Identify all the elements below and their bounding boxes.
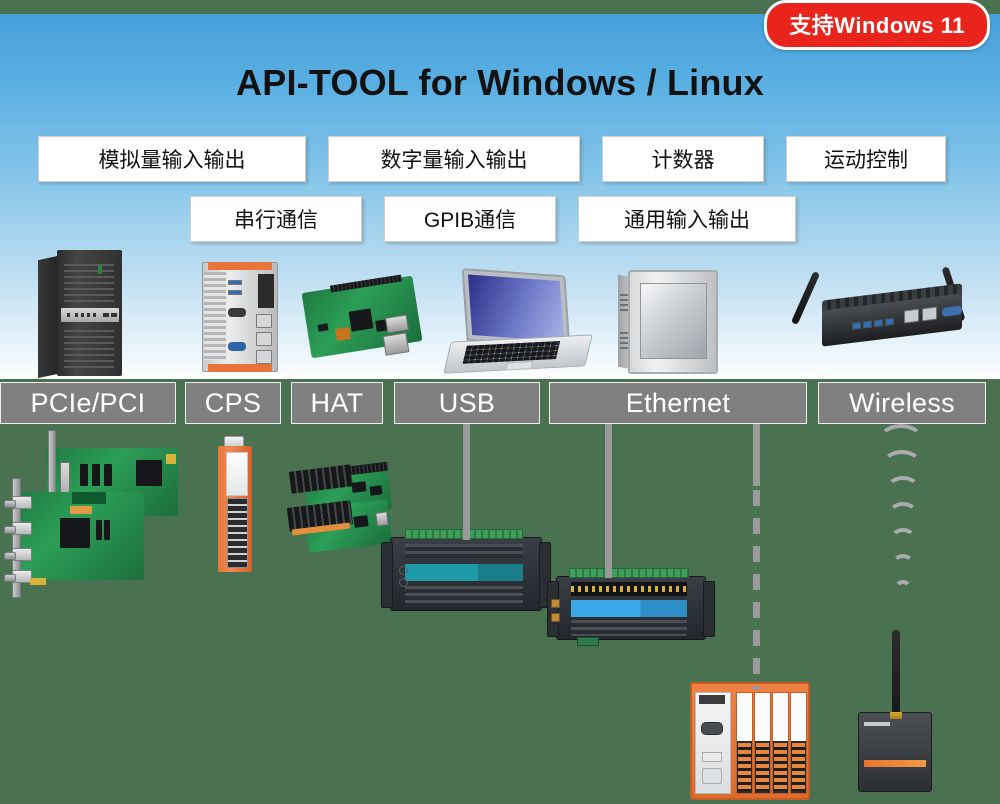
panel-pc-bezel xyxy=(628,270,718,374)
lan-port-1 xyxy=(904,308,919,324)
feature-row-2: 串行通信 GPIB通信 通用输入输出 xyxy=(190,196,796,242)
bus-bar-hat[interactable]: HAT xyxy=(291,382,383,424)
usb-ports xyxy=(382,332,410,356)
terminal-antenna xyxy=(892,630,900,716)
bus-bar-pcie-pci[interactable]: PCIe/PCI xyxy=(0,382,176,424)
hat-board-lower-image xyxy=(286,498,393,560)
bus-bar-cps[interactable]: CPS xyxy=(185,382,281,424)
laptop-base xyxy=(443,334,593,374)
cps-terminal-block xyxy=(258,274,274,308)
eth-unit-led-array xyxy=(571,582,687,596)
bnc-connector-3 xyxy=(4,548,32,561)
plc-io-module-3 xyxy=(772,692,789,794)
wireless-lte-terminal-image xyxy=(858,630,932,792)
plc-usb-port xyxy=(702,752,722,762)
usb-unit-brand-band xyxy=(405,564,523,581)
radio-wave-7 xyxy=(894,580,912,598)
module-label-window xyxy=(226,452,248,496)
feature-chip-digital-io[interactable]: 数字量输入输出 xyxy=(328,136,580,182)
feature-row-1: 模拟量输入输出 数字量输入输出 计数器 运动控制 xyxy=(38,136,946,182)
panel-pc-image xyxy=(618,270,718,374)
module-terminal-block xyxy=(227,498,248,568)
radio-wave-5 xyxy=(890,528,916,550)
cps-plc-controller-image xyxy=(690,682,810,800)
radio-wave-6 xyxy=(892,554,914,574)
eth-unit-brand-band xyxy=(571,600,687,617)
cps-box-controller-image xyxy=(202,262,278,372)
wireless-gateway-pc-image xyxy=(790,266,980,364)
feature-chip-motion-control[interactable]: 运动控制 xyxy=(786,136,946,182)
bus-bar-ethernet[interactable]: Ethernet xyxy=(549,382,807,424)
antenna-sma-connector xyxy=(890,712,902,719)
bnc-connector-1 xyxy=(4,496,32,509)
usb-io-unit-image xyxy=(381,529,551,611)
bus-bar-usb[interactable]: USB xyxy=(394,382,540,424)
feature-chip-analog-io[interactable]: 模拟量输入输出 xyxy=(38,136,306,182)
connector-usb xyxy=(463,424,470,540)
connector-ethernet-2 xyxy=(753,424,760,486)
feature-chip-general-io[interactable]: 通用输入输出 xyxy=(578,196,796,242)
laptop-image xyxy=(443,268,593,376)
laptop-touchpad xyxy=(505,361,534,371)
bnc-connector-4 xyxy=(4,570,32,583)
page-title: API-TOOL for Windows / Linux xyxy=(236,62,764,103)
feature-chip-counter[interactable]: 计数器 xyxy=(602,136,764,182)
vga-port xyxy=(942,305,962,317)
laptop-keyboard xyxy=(462,340,561,364)
ethernet-port xyxy=(384,314,410,334)
raspberry-pi-board-image xyxy=(301,272,423,364)
connector-ethernet-1 xyxy=(605,424,612,578)
eth-unit-terminal-strip xyxy=(569,568,689,578)
panel-pc-screen xyxy=(640,283,707,359)
tower-side-panel xyxy=(38,255,58,379)
tower-drive-bay xyxy=(61,308,119,322)
pci-card-image xyxy=(0,478,145,598)
terminal-brand-stripe xyxy=(864,760,926,767)
ethernet-remote-io-unit-image xyxy=(547,568,715,646)
laptop-screen xyxy=(468,274,564,342)
infographic-root: 支持Windows 11 API-TOOL for Windows / Linu… xyxy=(0,0,1000,804)
plc-serial-port xyxy=(701,722,723,735)
plc-ethernet-port xyxy=(702,768,722,784)
cps-io-module-image xyxy=(218,436,252,572)
feature-chip-serial-comm[interactable]: 串行通信 xyxy=(190,196,362,242)
bnc-connector-2 xyxy=(4,522,32,535)
tower-power-led xyxy=(98,264,102,274)
lan-port-2 xyxy=(922,306,937,322)
plc-io-module-2 xyxy=(754,692,771,794)
tower-pc-image xyxy=(38,250,122,379)
bus-bar-wireless[interactable]: Wireless xyxy=(818,382,986,424)
feature-chip-gpib-comm[interactable]: GPIB通信 xyxy=(384,196,556,242)
radio-wave-3 xyxy=(886,476,920,502)
connector-ethernet-dashed xyxy=(753,490,760,690)
windows11-support-badge: 支持Windows 11 xyxy=(764,0,990,50)
radio-wave-4 xyxy=(888,502,918,526)
plc-io-module-4 xyxy=(790,692,807,794)
plc-io-module-1 xyxy=(736,692,753,794)
